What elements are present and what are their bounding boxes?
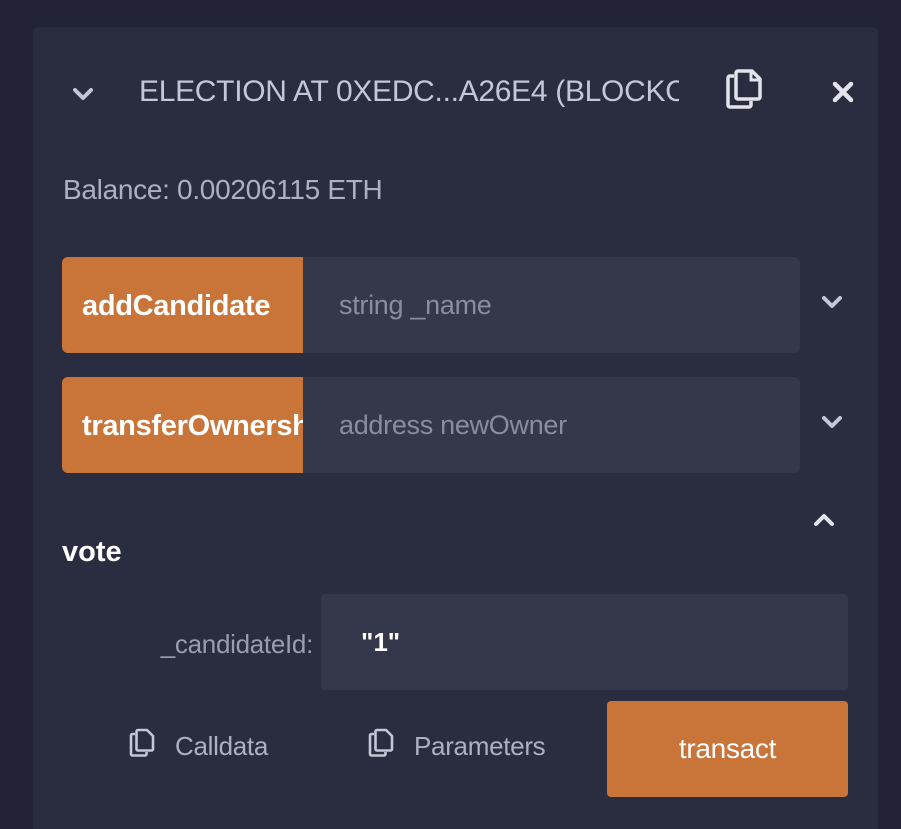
transfer-ownership-button[interactable]: transferOwnership: [62, 377, 303, 473]
chevron-down-icon[interactable]: [821, 411, 843, 433]
calldata-label: Calldata: [175, 730, 268, 761]
parameters-label: Parameters: [414, 730, 546, 761]
copy-calldata-button[interactable]: Calldata: [129, 724, 268, 768]
copy-parameters-button[interactable]: Parameters: [368, 724, 546, 768]
copy-icon: [129, 728, 155, 765]
chevron-up-icon[interactable]: [813, 509, 835, 531]
function-row-transfer-ownership: transferOwnership: [62, 377, 800, 473]
candidate-id-input[interactable]: [321, 594, 848, 690]
balance-label: Balance: 0.00206115 ETH: [63, 174, 383, 205]
function-row-add-candidate: addCandidate: [62, 257, 800, 353]
candidate-id-label: _candidateId:: [160, 629, 314, 659]
instance-title: ELECTION AT 0XEDC...A26E4 (BLOCKCHAIN): [139, 75, 679, 108]
close-icon[interactable]: [831, 80, 855, 104]
vote-function-title: vote: [62, 536, 122, 568]
add-candidate-button[interactable]: addCandidate: [62, 257, 303, 353]
copy-icon: [368, 728, 394, 765]
transfer-ownership-input[interactable]: [303, 377, 800, 473]
contract-instance-panel: ELECTION AT 0XEDC...A26E4 (BLOCKCHAIN) B…: [33, 27, 878, 829]
chevron-down-icon[interactable]: [72, 83, 94, 105]
chevron-down-icon[interactable]: [821, 291, 843, 313]
copy-icon[interactable]: [725, 68, 765, 115]
transact-button[interactable]: transact: [607, 701, 848, 797]
add-candidate-input[interactable]: [303, 257, 800, 353]
instance-header[interactable]: ELECTION AT 0XEDC...A26E4 (BLOCKCHAIN): [33, 27, 878, 151]
